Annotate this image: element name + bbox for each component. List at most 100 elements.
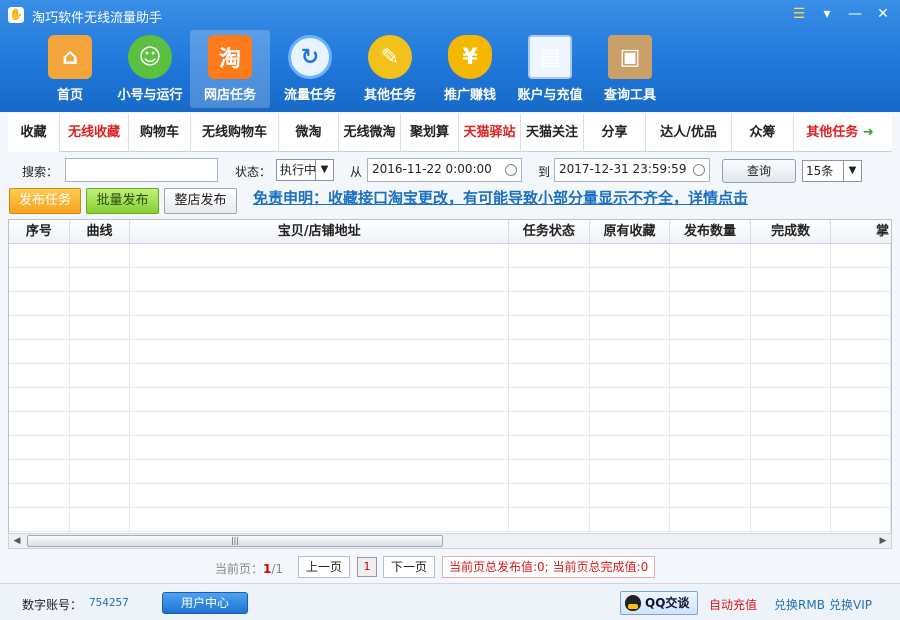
from-datetime-field[interactable]: 2016-11-22 0:00:00: [367, 158, 522, 182]
col-more[interactable]: 掌: [831, 220, 891, 243]
table-row[interactable]: [9, 460, 891, 484]
minimize-button[interactable]: —: [844, 4, 866, 24]
menu-dropdown-icon[interactable]: ▾: [816, 4, 838, 24]
box-icon: ▣: [608, 35, 652, 79]
tab-wireless-favorite[interactable]: 无线收藏: [60, 114, 129, 152]
prev-page-button[interactable]: 上一页: [298, 556, 350, 578]
table-row[interactable]: [9, 484, 891, 508]
table-cell: [751, 292, 832, 315]
table-row[interactable]: [9, 268, 891, 292]
col-url[interactable]: 宝贝/店铺地址: [130, 220, 510, 243]
table-cell: [751, 388, 832, 411]
table-row[interactable]: [9, 316, 891, 340]
clock-icon[interactable]: [505, 164, 517, 176]
table-row[interactable]: [9, 436, 891, 460]
tab-juhuasuan[interactable]: 聚划算: [401, 114, 459, 152]
table-cell: [831, 412, 891, 435]
table-cell: [130, 388, 510, 411]
scroll-right-icon[interactable]: ▶: [875, 534, 891, 548]
table-row[interactable]: [9, 412, 891, 436]
tab-favorite[interactable]: 收藏: [8, 114, 60, 152]
scroll-left-icon[interactable]: ◀: [9, 534, 25, 548]
clock-icon[interactable]: [693, 164, 705, 176]
col-status[interactable]: 任务状态: [509, 220, 590, 243]
tab-tmall-follow[interactable]: 天猫关注: [521, 114, 584, 152]
col-curve[interactable]: 曲线: [70, 220, 131, 243]
horizontal-scrollbar[interactable]: ◀ ||| ▶: [8, 533, 892, 549]
to-datetime-field[interactable]: 2017-12-31 23:59:59: [554, 158, 710, 182]
table-cell: [831, 436, 891, 459]
window-icon: ▤: [528, 35, 572, 79]
message-icon[interactable]: ☰: [788, 4, 810, 24]
auto-recharge-link[interactable]: 自动充值: [709, 596, 757, 613]
table-cell: [9, 412, 70, 435]
tab-crowdfunding[interactable]: 众筹: [732, 114, 794, 152]
shop-publish-button[interactable]: 整店发布: [164, 188, 237, 214]
nav-shop-tasks[interactable]: 淘 网店任务: [190, 30, 270, 108]
table-row[interactable]: [9, 340, 891, 364]
batch-publish-button[interactable]: 批量发布: [86, 188, 159, 214]
col-done-count[interactable]: 完成数: [751, 220, 832, 243]
table-cell: [509, 436, 590, 459]
table-cell: [9, 508, 70, 531]
nav-label: 推广赚钱: [443, 88, 496, 103]
exchange-rmb-link[interactable]: 兑换RMB: [774, 596, 825, 613]
next-page-button[interactable]: 下一页: [383, 556, 435, 578]
tab-other-tasks[interactable]: 其他任务 ➜: [794, 114, 886, 152]
qq-chat-button[interactable]: QQ交谈: [620, 591, 698, 615]
col-original-favorites[interactable]: 原有收藏: [590, 220, 671, 243]
tab-weitao[interactable]: 微淘: [279, 114, 339, 152]
table-row[interactable]: [9, 388, 891, 412]
table-row[interactable]: [9, 508, 891, 532]
col-index[interactable]: 序号: [9, 220, 70, 243]
table-cell: [70, 484, 131, 507]
disclaimer-link[interactable]: 免责申明：收藏接口淘宝更改，有可能导致小部分量显示不齐全，详情点击: [253, 187, 748, 208]
page-number-button[interactable]: 1: [357, 557, 377, 577]
table-cell: [70, 412, 131, 435]
chevron-down-icon: ▼: [843, 161, 861, 181]
tab-cart[interactable]: 购物车: [129, 114, 191, 152]
nav-home[interactable]: ⌂ 首页: [30, 30, 110, 108]
table-cell: [590, 268, 671, 291]
table-cell: [670, 292, 751, 315]
tab-wireless-weitao[interactable]: 无线微淘: [339, 114, 401, 152]
table-cell: [590, 412, 671, 435]
table-cell: [9, 268, 70, 291]
nav-account-recharge[interactable]: ▤ 账户与充值: [510, 30, 590, 108]
publish-task-button[interactable]: 发布任务: [9, 188, 81, 214]
table-cell: [590, 244, 671, 267]
tab-share[interactable]: 分享: [584, 114, 646, 152]
table-row[interactable]: [9, 292, 891, 316]
scroll-thumb[interactable]: |||: [27, 535, 443, 547]
user-center-button[interactable]: 用户中心: [162, 592, 248, 614]
exchange-vip-link[interactable]: 兑换VIP: [829, 596, 872, 613]
table-cell: [130, 316, 510, 339]
nav-accounts[interactable]: ☺ 小号与运行: [110, 30, 190, 108]
status-select[interactable]: 执行中 ▼: [276, 159, 334, 181]
table-cell: [670, 244, 751, 267]
table-cell: [831, 484, 891, 507]
nav-other-tasks[interactable]: ✎ 其他任务: [350, 30, 430, 108]
taobao-icon: 淘: [208, 35, 252, 79]
from-value: 2016-11-22 0:00:00: [372, 162, 492, 176]
window-title: 淘巧软件无线流量助手: [32, 11, 163, 26]
close-button[interactable]: ✕: [872, 4, 894, 24]
table-cell: [590, 364, 671, 387]
col-publish-count[interactable]: 发布数量: [670, 220, 751, 243]
page-size-select[interactable]: 15条 ▼: [802, 160, 862, 182]
table-cell: [9, 436, 70, 459]
nav-promote[interactable]: ¥ 推广赚钱: [430, 30, 510, 108]
app-logo-icon: ✋: [8, 7, 24, 23]
table-cell: [9, 484, 70, 507]
search-input[interactable]: [65, 158, 218, 182]
query-button[interactable]: 查询: [722, 159, 796, 183]
tab-wireless-cart[interactable]: 无线购物车: [191, 114, 279, 152]
nav-traffic-tasks[interactable]: ↻ 流量任务: [270, 30, 350, 108]
table-row[interactable]: [9, 364, 891, 388]
nav-query-tools[interactable]: ▣ 查询工具: [590, 30, 670, 108]
table-row[interactable]: [9, 244, 891, 268]
status-bar: 数字账号： 754257 用户中心 QQ交谈 自动充值 兑换RMB 兑换VIP: [0, 583, 900, 620]
table-cell: [130, 364, 510, 387]
tab-talent[interactable]: 达人/优品: [646, 114, 732, 152]
tab-tmall-station[interactable]: 天猫驿站: [459, 114, 521, 152]
